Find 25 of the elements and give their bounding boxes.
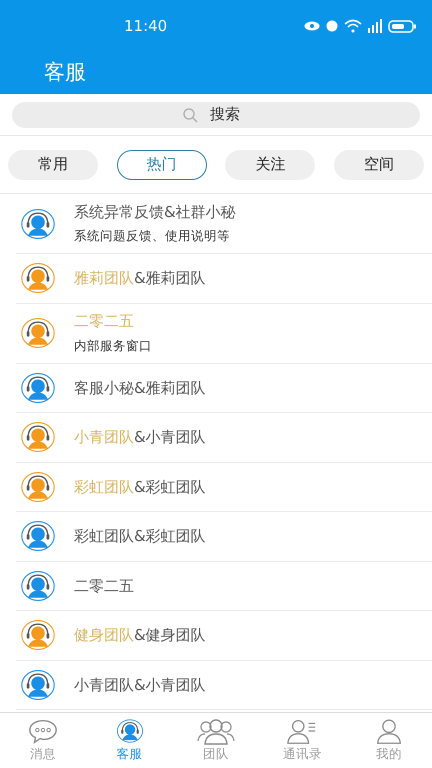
filter-tab[interactable]: 空间 — [334, 150, 424, 180]
chat-bubble-icon — [27, 717, 60, 746]
eye-icon — [304, 21, 320, 31]
contact-name[interactable]: 二零二五 — [74, 574, 134, 597]
contact-name[interactable]: 系统异常反馈&社群小秘 — [74, 200, 236, 224]
search-icon — [182, 106, 198, 122]
contact-description: 系统问题反馈、使用说明等 — [74, 227, 231, 246]
group-icon — [196, 717, 236, 746]
contact-name[interactable]: 健身团队&健身团队 — [74, 624, 206, 646]
signal-icon — [368, 19, 382, 33]
contact-name[interactable]: 小青团队&小青团队 — [74, 426, 206, 448]
wifi-icon — [344, 19, 362, 33]
contact-name[interactable]: 客服小秘&雅莉团队 — [74, 376, 206, 399]
contact-name[interactable]: 彩虹团队&彩虹团队 — [74, 476, 206, 498]
status-time: 11:40 — [124, 16, 168, 37]
contact-name[interactable]: 小青团队&小青团队 — [74, 674, 206, 696]
filter-tab[interactable]: 常用 — [8, 150, 98, 180]
search-field[interactable]: 搜索 — [210, 103, 250, 126]
filter-tab[interactable]: 热门 — [116, 150, 207, 180]
contact-name[interactable]: 彩虹团队&彩虹团队 — [74, 525, 206, 548]
contact-name[interactable]: 雅莉团队&雅莉团队 — [74, 267, 206, 290]
page-title: 客服 — [44, 59, 86, 86]
filter-tab[interactable]: 关注 — [225, 150, 316, 180]
contact-description: 内部服务窗口 — [74, 336, 152, 355]
battery-icon — [388, 20, 416, 32]
